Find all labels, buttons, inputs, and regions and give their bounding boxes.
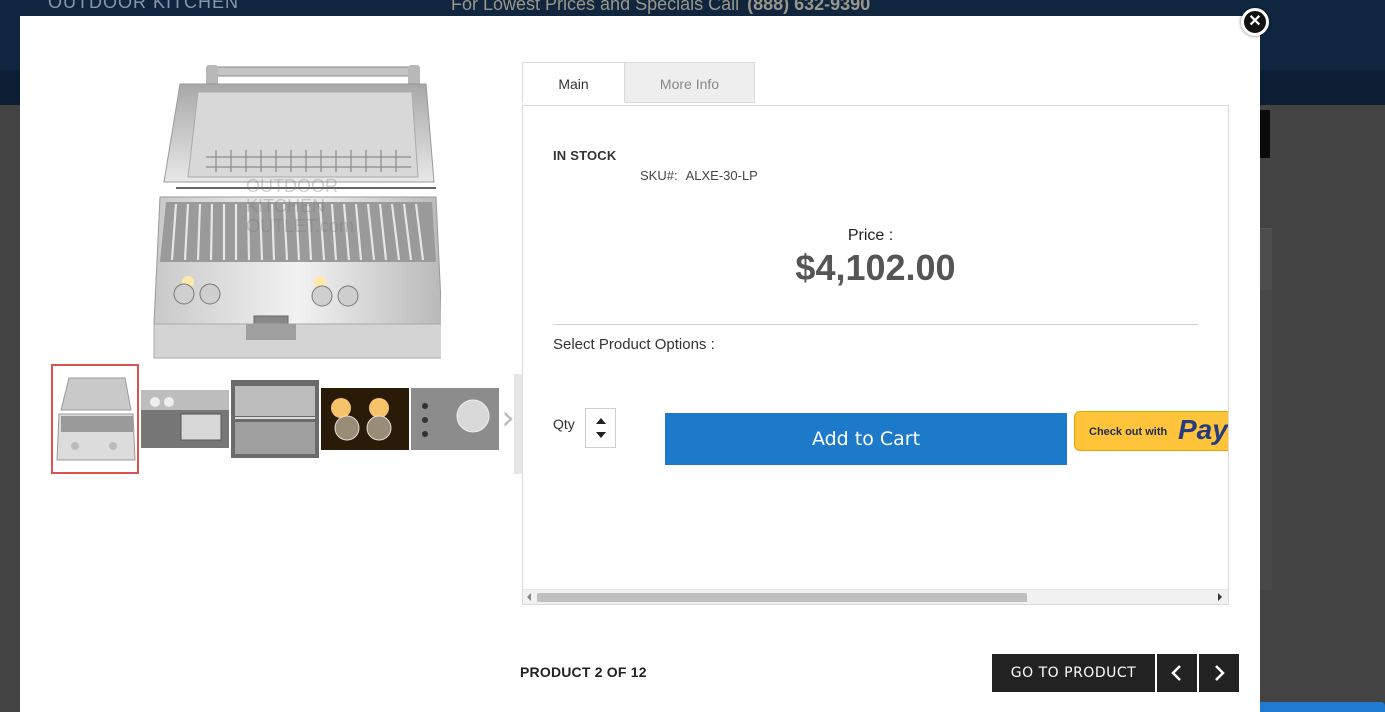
price-label: Price : xyxy=(847,227,894,244)
thumbnail-grill-image xyxy=(53,366,137,472)
background-phone: (888) 632-9390 xyxy=(747,0,871,14)
tab-content-main: IN STOCK SKU#: ALXE-30-LP Price : $4,102.… xyxy=(522,105,1229,605)
scrollbar-thumb[interactable] xyxy=(537,593,1027,602)
price-value: $4,102.00 xyxy=(795,247,956,288)
tab-more-info[interactable]: More Info xyxy=(624,62,755,103)
main-product-image[interactable]: OUTDOOR KITCHEN OUTLET.com xyxy=(136,62,443,362)
thumbnail-knob-closeup[interactable] xyxy=(411,388,499,450)
qty-decrement-icon[interactable] xyxy=(596,432,606,438)
go-to-product-button[interactable]: GO TO PRODUCT xyxy=(992,654,1155,692)
next-product-button[interactable] xyxy=(1199,654,1239,692)
watermark-line-2: KITCHEN xyxy=(246,196,325,216)
sku-value: ALXE-30-LP xyxy=(685,168,758,183)
grill-image: OUTDOOR KITCHEN OUTLET.com xyxy=(153,65,443,359)
thumbnail-closeup-image xyxy=(411,388,499,450)
watermark-line-1: OUTDOOR xyxy=(246,176,338,196)
thumbnail-lit-knobs[interactable] xyxy=(321,388,409,450)
thumbnail-grill-open[interactable] xyxy=(51,364,139,474)
quantity-stepper[interactable] xyxy=(585,408,616,448)
sku-label: SKU#: xyxy=(640,168,678,183)
select-options-label: Select Product Options : xyxy=(553,336,715,353)
thumbnail-warming-drawer[interactable] xyxy=(141,390,229,448)
tab-main[interactable]: Main xyxy=(522,62,625,103)
watermark-line-3: OUTLET.com xyxy=(246,216,354,236)
close-icon[interactable]: ✕ xyxy=(1241,8,1269,36)
background-call-banner: For Lowest Prices and Specials Call (888)… xyxy=(451,0,870,15)
thumbnail-next-icon[interactable]: › xyxy=(498,401,518,435)
thumbnail-rotisserie[interactable] xyxy=(231,380,319,458)
previous-product-button[interactable] xyxy=(1157,654,1197,692)
paypal-checkout-text: Check out with xyxy=(1089,426,1168,438)
stock-status: IN STOCK xyxy=(553,148,617,163)
chevron-left-icon xyxy=(1171,665,1181,681)
paypal-logo: Pay xyxy=(1178,414,1228,445)
chevron-right-icon xyxy=(1215,665,1225,681)
horizontal-scrollbar[interactable] xyxy=(523,589,1228,604)
scroll-left-icon[interactable] xyxy=(527,593,531,601)
scroll-right-icon[interactable] xyxy=(1218,593,1222,601)
divider xyxy=(553,324,1198,325)
qty-increment-icon[interactable] xyxy=(596,418,606,424)
qty-label: Qty xyxy=(553,416,575,432)
thumbnail-knobs-image xyxy=(321,388,409,450)
thumbnail-drawer-image xyxy=(141,390,229,448)
paypal-checkout-button[interactable]: Check out with Pay xyxy=(1074,411,1228,451)
background-logo: OUTDOOR KITCHEN xyxy=(48,0,240,12)
product-counter: PRODUCT 2 OF 12 xyxy=(520,664,647,680)
thumbnail-rotisserie-image xyxy=(231,380,319,458)
background-call-text: For Lowest Prices and Specials Call xyxy=(451,0,740,14)
add-to-cart-button[interactable]: Add to Cart xyxy=(665,413,1067,465)
sku-line: SKU#: ALXE-30-LP xyxy=(640,168,758,183)
quick-view-modal: OUTDOOR KITCHEN OUTLET.com › Main More I… xyxy=(20,16,1260,712)
